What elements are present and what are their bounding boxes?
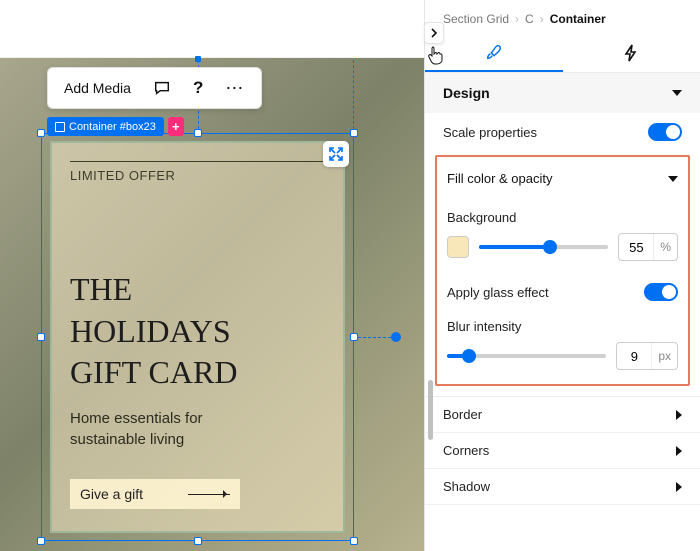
panel-collapse-button[interactable]: [424, 22, 444, 44]
floating-toolbar: Add Media ? ⋯: [47, 67, 262, 109]
resize-handle[interactable]: [350, 333, 358, 341]
blur-label: Blur intensity: [447, 319, 678, 334]
corners-label: Corners: [443, 443, 489, 458]
breadcrumb-sep: ›: [515, 12, 519, 26]
breadcrumb-item[interactable]: Section Grid: [443, 12, 509, 26]
chevron-right-icon: [676, 446, 682, 456]
row-border[interactable]: Border: [425, 397, 700, 433]
unit-label: %: [653, 234, 677, 260]
more-button[interactable]: ⋯: [215, 70, 255, 106]
blur-row: px: [445, 342, 680, 370]
background-opacity-slider[interactable]: [479, 245, 608, 249]
slider-knob[interactable]: [462, 349, 476, 363]
fill-opacity-subpanel: Fill color & opacity Background % Apply …: [435, 155, 690, 386]
border-label: Border: [443, 407, 482, 422]
resize-handle[interactable]: [350, 537, 358, 545]
bolt-icon: [623, 44, 639, 62]
breadcrumb: Section Grid › C › Container: [425, 0, 700, 34]
row-shadow[interactable]: Shadow: [425, 469, 700, 505]
slider-knob[interactable]: [543, 240, 557, 254]
breadcrumb-sep: ›: [540, 12, 544, 26]
resize-handle[interactable]: [37, 537, 45, 545]
scale-toggle[interactable]: [648, 123, 682, 141]
breadcrumb-item[interactable]: C: [525, 12, 534, 26]
chevron-down-icon: [668, 176, 678, 182]
blur-input: px: [616, 342, 678, 370]
guide-line: [353, 60, 354, 134]
background-opacity-input: %: [618, 233, 678, 261]
fill-opacity-label: Fill color & opacity: [447, 171, 552, 186]
chevron-right-icon: [676, 410, 682, 420]
guide-anchor: [195, 56, 201, 62]
breadcrumb-current: Container: [550, 12, 606, 26]
blur-slider[interactable]: [447, 354, 606, 358]
canvas-topbar: [0, 0, 424, 58]
background-color-swatch[interactable]: [447, 236, 469, 258]
expand-icon: [329, 147, 343, 161]
resize-handle[interactable]: [37, 333, 45, 341]
background-opacity-field[interactable]: [619, 240, 653, 255]
cursor-pointer-icon: [426, 44, 446, 71]
selection-side-anchor[interactable]: [391, 332, 401, 342]
chevron-down-icon: [672, 90, 682, 96]
tab-interactions[interactable]: [563, 34, 700, 72]
row-corners[interactable]: Corners: [425, 433, 700, 469]
section-design[interactable]: Design: [425, 73, 700, 113]
selection-tag-label[interactable]: Container #box23: [47, 117, 164, 136]
slider-fill: [479, 245, 550, 249]
mode-tabs: [425, 34, 700, 73]
properties-panel: Section Grid › C › Container Design Scal…: [424, 0, 700, 551]
help-button[interactable]: ?: [183, 70, 213, 106]
glass-toggle[interactable]: [644, 283, 678, 301]
brush-icon: [485, 43, 503, 61]
resize-handle[interactable]: [350, 129, 358, 137]
comment-button[interactable]: [143, 70, 181, 106]
selection-frame[interactable]: [41, 133, 354, 541]
blur-field[interactable]: [617, 349, 651, 364]
expand-button[interactable]: [323, 141, 349, 167]
row-scale-properties: Scale properties: [425, 113, 700, 151]
chat-icon: [153, 79, 171, 97]
resize-handle[interactable]: [194, 129, 202, 137]
section-design-label: Design: [443, 85, 490, 101]
collapsed-sections: Border Corners Shadow: [425, 396, 700, 505]
fill-opacity-header[interactable]: Fill color & opacity: [445, 167, 680, 196]
resize-handle[interactable]: [194, 537, 202, 545]
scrollbar[interactable]: [428, 380, 433, 440]
selection-add-button[interactable]: +: [168, 117, 184, 136]
scale-label: Scale properties: [443, 125, 537, 140]
row-glass-effect: Apply glass effect: [445, 279, 680, 305]
background-row: %: [445, 233, 680, 261]
selection-tag: Container #box23 +: [47, 117, 184, 136]
add-media-button[interactable]: Add Media: [54, 70, 141, 106]
glass-label: Apply glass effect: [447, 285, 549, 300]
background-label: Background: [447, 210, 678, 225]
chevron-right-icon: [430, 28, 438, 38]
canvas: LIMITED OFFER THE HOLIDAYS GIFT CARD Hom…: [0, 0, 424, 551]
resize-handle[interactable]: [37, 129, 45, 137]
unit-label: px: [651, 343, 677, 369]
chevron-right-icon: [676, 482, 682, 492]
shadow-label: Shadow: [443, 479, 490, 494]
